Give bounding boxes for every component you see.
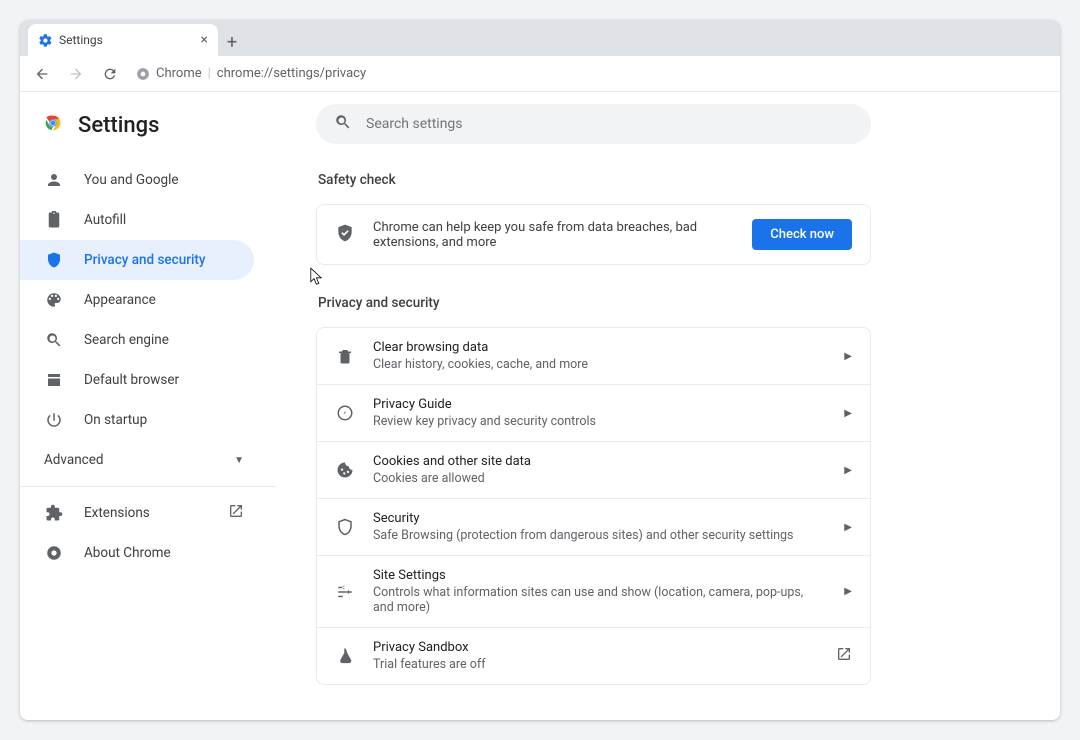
site-info-icon[interactable] <box>136 67 150 81</box>
safety-check-text: Chrome can help keep you safe from data … <box>373 220 734 250</box>
flask-icon <box>335 647 355 665</box>
sidebar-item-search-engine[interactable]: Search engine <box>20 320 254 360</box>
sidebar-item-label: Appearance <box>84 292 156 308</box>
chevron-right-icon: ▶ <box>844 408 852 419</box>
sidebar-item-about-chrome[interactable]: About Chrome <box>20 533 276 573</box>
row-title: Clear browsing data <box>373 340 826 355</box>
browser-icon <box>44 370 64 390</box>
row-security[interactable]: Security Safe Browsing (protection from d… <box>317 498 870 555</box>
safety-check-heading: Safety check <box>318 172 1020 188</box>
omnibox-path: chrome://settings/privacy <box>217 66 366 81</box>
extension-icon <box>44 503 64 523</box>
sidebar-advanced-toggle[interactable]: Advanced ▼ <box>20 440 276 480</box>
sidebar-item-default-browser[interactable]: Default browser <box>20 360 254 400</box>
browser-window: Settings × + Chrome | chrome://settings/… <box>20 20 1060 720</box>
sidebar-item-appearance[interactable]: Appearance <box>20 280 254 320</box>
safety-check-card: Chrome can help keep you safe from data … <box>316 204 871 265</box>
trash-icon <box>335 347 355 365</box>
sidebar-item-label: Autofill <box>84 212 126 228</box>
chevron-right-icon: ▶ <box>844 351 852 362</box>
new-tab-button[interactable]: + <box>218 28 246 56</box>
row-subtitle: Cookies are allowed <box>373 471 826 486</box>
sidebar-item-label: Search engine <box>84 332 169 348</box>
extensions-label: Extensions <box>84 505 150 521</box>
divider <box>20 486 276 487</box>
row-subtitle: Controls what information sites can use … <box>373 585 826 615</box>
shield-check-icon <box>335 223 355 247</box>
row-subtitle: Clear history, cookies, cache, and more <box>373 357 826 372</box>
sidebar-item-label: You and Google <box>84 172 179 188</box>
close-icon[interactable]: × <box>201 32 208 48</box>
about-label: About Chrome <box>84 545 171 561</box>
tab-settings[interactable]: Settings × <box>28 24 218 56</box>
row-subtitle: Safe Browsing (protection from dangerous… <box>373 528 826 543</box>
compass-icon <box>335 404 355 422</box>
row-cookies[interactable]: Cookies and other site data Cookies are a… <box>317 441 870 498</box>
sidebar-item-privacy-security[interactable]: Privacy and security <box>20 240 254 280</box>
row-title: Privacy Guide <box>373 397 826 412</box>
chrome-icon <box>42 112 64 138</box>
row-privacy-sandbox[interactable]: Privacy Sandbox Trial features are off <box>317 627 870 684</box>
toolbar: Chrome | chrome://settings/privacy <box>20 56 1060 92</box>
brand: Settings <box>20 104 276 156</box>
privacy-list: Clear browsing data Clear history, cookie… <box>316 327 871 685</box>
shield-icon <box>335 518 355 536</box>
back-button[interactable] <box>28 60 56 88</box>
chevron-right-icon: ▶ <box>844 586 852 597</box>
sidebar-item-label: Privacy and security <box>84 252 206 268</box>
row-title: Cookies and other site data <box>373 454 826 469</box>
check-now-button[interactable]: Check now <box>752 219 852 250</box>
advanced-label: Advanced <box>44 452 104 468</box>
chrome-small-icon <box>44 543 64 563</box>
sidebar-item-extensions[interactable]: Extensions <box>20 493 276 533</box>
tab-strip: Settings × + <box>20 20 1060 56</box>
palette-icon <box>44 290 64 310</box>
sidebar-item-you-and-google[interactable]: You and Google <box>20 160 254 200</box>
tab-title: Settings <box>59 33 103 47</box>
cookie-icon <box>335 461 355 479</box>
person-icon <box>44 170 64 190</box>
row-subtitle: Review key privacy and security controls <box>373 414 826 429</box>
row-title: Privacy Sandbox <box>373 640 818 655</box>
omnibox[interactable]: Chrome | chrome://settings/privacy <box>130 66 372 81</box>
sidebar-item-label: Default browser <box>84 372 179 388</box>
clipboard-icon <box>44 210 64 230</box>
tune-icon <box>335 583 355 601</box>
nav: You and Google Autofill Privacy and secu… <box>20 156 276 440</box>
content: Settings You and Google Autofill Privacy… <box>20 92 1060 720</box>
sidebar-item-label: On startup <box>84 412 147 428</box>
open-in-new-icon <box>836 646 852 666</box>
chevron-down-icon: ▼ <box>234 455 244 466</box>
row-title: Security <box>373 511 826 526</box>
gear-icon <box>38 33 53 48</box>
search-input[interactable] <box>366 116 853 132</box>
forward-button[interactable] <box>62 60 90 88</box>
omnibox-separator: | <box>208 66 211 81</box>
search-icon <box>334 113 352 135</box>
search-settings[interactable] <box>316 104 871 144</box>
row-clear-browsing-data[interactable]: Clear browsing data Clear history, cookie… <box>317 328 870 384</box>
search-icon <box>44 330 64 350</box>
omnibox-prefix: Chrome <box>156 66 202 81</box>
sidebar-item-autofill[interactable]: Autofill <box>20 200 254 240</box>
privacy-heading: Privacy and security <box>318 295 1020 311</box>
row-privacy-guide[interactable]: Privacy Guide Review key privacy and secu… <box>317 384 870 441</box>
chevron-right-icon: ▶ <box>844 522 852 533</box>
reload-button[interactable] <box>96 60 124 88</box>
chevron-right-icon: ▶ <box>844 465 852 476</box>
row-site-settings[interactable]: Site Settings Controls what information s… <box>317 555 870 627</box>
sidebar: Settings You and Google Autofill Privacy… <box>20 92 276 720</box>
sidebar-item-on-startup[interactable]: On startup <box>20 400 254 440</box>
shield-icon <box>44 250 64 270</box>
main: Safety check Chrome can help keep you sa… <box>276 92 1060 720</box>
row-subtitle: Trial features are off <box>373 657 818 672</box>
page-title: Settings <box>78 113 159 138</box>
open-in-new-icon <box>228 503 244 523</box>
row-title: Site Settings <box>373 568 826 583</box>
power-icon <box>44 410 64 430</box>
